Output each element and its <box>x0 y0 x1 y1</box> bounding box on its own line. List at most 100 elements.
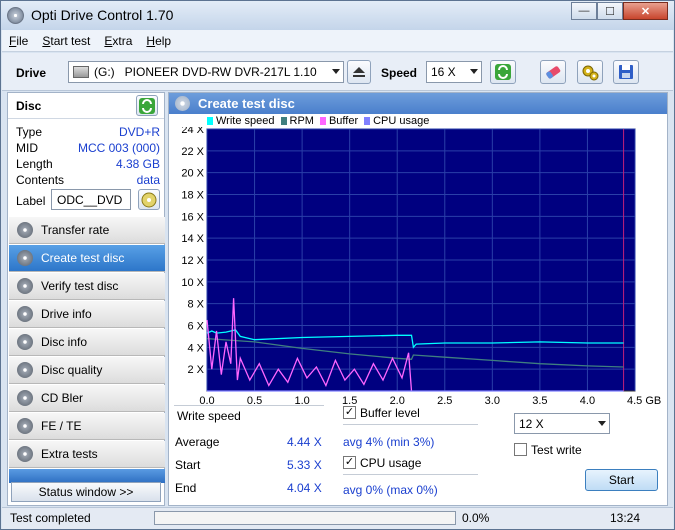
menu-extra[interactable]: Extra <box>104 34 132 48</box>
y-tick-label: 20 X <box>181 168 204 180</box>
erase-button[interactable] <box>540 60 566 84</box>
cpu-separator <box>343 474 478 475</box>
disc-mid-value: MCC 003 (000) <box>77 141 160 155</box>
close-button[interactable]: ✕ <box>623 2 668 20</box>
nav-label: CD Bler <box>41 391 84 405</box>
nav-transfer-rate[interactable]: Transfer rate <box>9 217 165 244</box>
disc-contents-row: Contents data <box>16 173 160 189</box>
drive-letter: (G:) <box>94 65 115 79</box>
average-label: Average <box>175 435 220 449</box>
chevron-down-icon <box>332 69 340 74</box>
disc-icon <box>17 250 33 266</box>
disc-header: Disc <box>8 93 164 119</box>
end-value: 4.04 X <box>287 481 322 495</box>
window-title: Opti Drive Control 1.70 <box>31 7 174 23</box>
disc-label-button[interactable] <box>138 189 160 210</box>
speed-value: 16 X <box>431 65 456 79</box>
x-tick-label: 4.5 GB <box>627 395 661 405</box>
buffer-level-label: Buffer level <box>360 406 420 420</box>
x-tick-label: 3.0 <box>485 395 500 405</box>
refresh-button[interactable] <box>490 60 516 84</box>
x-tick-label: 0.0 <box>199 395 214 405</box>
clock: 13:24 <box>610 511 641 525</box>
disc-icon <box>175 96 190 111</box>
nav-label: Drive info <box>41 307 92 321</box>
eject-button[interactable] <box>347 60 371 84</box>
legend-cpu-usage: CPU usage <box>364 115 429 127</box>
menu-help[interactable]: Help <box>146 34 171 48</box>
nav-label: Verify test disc <box>41 279 119 293</box>
write-speed-select-value: 12 X <box>519 416 544 431</box>
legend-rpm: RPM <box>280 115 314 127</box>
minimize-button[interactable]: — <box>571 2 597 20</box>
save-button[interactable] <box>613 60 639 84</box>
legend-write-speed: Write speed <box>207 115 275 127</box>
disc-icon <box>17 334 33 350</box>
nav-drive-info[interactable]: Drive info <box>9 301 165 328</box>
y-tick-label: 2 X <box>187 364 204 376</box>
disc-contents-value: data <box>136 173 160 187</box>
menu-start-test[interactable]: Start test <box>42 34 90 48</box>
nav-fe-te[interactable]: FE / TE <box>9 413 165 440</box>
window-controls: — ☐ ✕ <box>571 2 668 20</box>
menu-bar: File Start test Extra Help <box>2 30 673 52</box>
x-tick-label: 4.0 <box>580 395 595 405</box>
nav-extra-tests[interactable]: Extra tests <box>9 441 165 468</box>
main-panel: Create test disc Write speed RPM Buffer … <box>168 92 668 506</box>
test-write-checkbox[interactable] <box>514 443 527 456</box>
buffer-level-value: avg 4% (min 3%) <box>343 435 435 449</box>
y-tick-label: 8 X <box>187 299 204 311</box>
nav-label: Disc info <box>41 335 88 349</box>
nav-disc-quality[interactable]: Disc quality <box>9 357 165 384</box>
y-tick-label: 10 X <box>181 277 204 289</box>
nav-create-test-disc[interactable]: Create test disc <box>9 245 165 272</box>
disc-heading: Disc <box>16 99 42 113</box>
refresh-icon <box>495 64 511 80</box>
status-text: Test completed <box>10 511 91 525</box>
x-tick-label: 2.5 <box>437 395 452 405</box>
nav-label: Create test disc <box>41 251 125 265</box>
y-tick-label: 18 X <box>181 190 204 202</box>
disc-length-value: 4.38 GB <box>115 157 160 171</box>
settings-icon <box>582 65 599 81</box>
status-bar: Test completed 0.0% 13:24 <box>2 507 673 529</box>
menu-file[interactable]: File <box>9 34 28 48</box>
progress-text: 0.0% <box>462 511 490 525</box>
disc-label-field[interactable]: ODC__DVD <box>51 189 131 210</box>
disc-icon <box>17 390 33 406</box>
panel-header: Create test disc <box>169 93 667 114</box>
nav-cd-bler[interactable]: CD Bler <box>9 385 165 412</box>
chart-legend: Write speed RPM Buffer CPU usage <box>207 115 435 127</box>
status-window-button[interactable]: Status window >> <box>11 482 161 502</box>
disc-label-label: Label <box>16 194 46 208</box>
sidebar: Disc Type DVD+R MID MCC 003 (000) Length… <box>7 92 165 506</box>
write-speed-select[interactable]: 12 X <box>514 413 610 434</box>
disc-icon <box>17 446 33 462</box>
settings-button[interactable] <box>577 60 603 84</box>
y-tick-label: 16 X <box>181 211 204 223</box>
nav-verify-test-disc[interactable]: Verify test disc <box>9 273 165 300</box>
start-button[interactable]: Start <box>585 469 658 491</box>
nav-label: Disc quality <box>41 363 103 377</box>
drive-label: Drive <box>16 66 47 80</box>
buffer-level-checkbox[interactable]: ✓ <box>343 406 356 419</box>
maximize-button[interactable]: ☐ <box>597 2 623 20</box>
y-tick-label: 6 X <box>187 321 204 333</box>
disc-icon <box>17 306 33 322</box>
disc-type-value: DVD+R <box>118 125 160 139</box>
average-value: 4.44 X <box>287 435 322 449</box>
nav-disc-info[interactable]: Disc info <box>9 329 165 356</box>
speed-select[interactable]: 16 X <box>426 61 482 83</box>
disc-refresh-button[interactable] <box>136 95 158 116</box>
x-tick-label: 1.0 <box>294 395 309 405</box>
nav-label: Transfer rate <box>41 223 110 237</box>
panel-title: Create test disc <box>198 96 295 111</box>
disc-gear-icon <box>141 192 157 207</box>
disc-type-label: Type <box>16 125 43 139</box>
eject-icon <box>353 67 365 77</box>
app-disc-icon <box>7 7 24 24</box>
cpu-usage-checkbox[interactable]: ✓ <box>343 456 356 469</box>
disc-contents-label: Contents <box>16 173 65 187</box>
drive-select[interactable]: (G:) PIONEER DVD-RW DVR-217L 1.10 <box>68 61 344 83</box>
legend-buffer: Buffer <box>319 115 358 127</box>
